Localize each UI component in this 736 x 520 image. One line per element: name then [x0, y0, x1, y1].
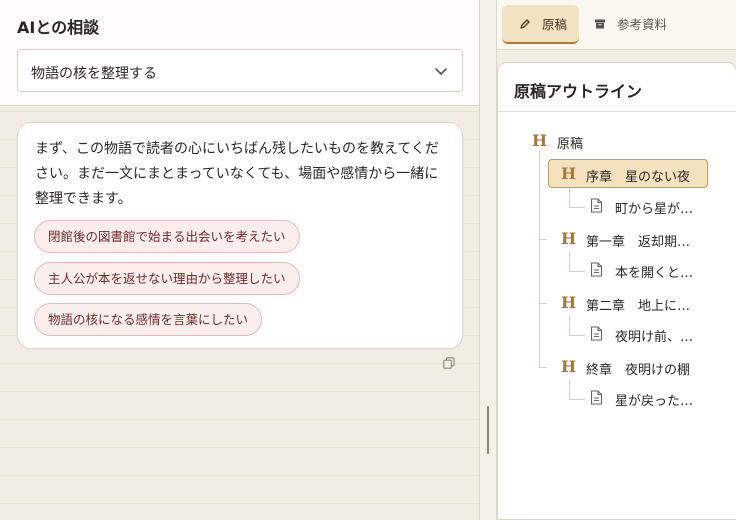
- topic-select[interactable]: 物語の核を整理する: [17, 49, 463, 92]
- suggestion-chip[interactable]: 物語の核になる感情を言葉にしたい: [34, 303, 263, 336]
- document-icon: [590, 262, 603, 277]
- outline-scene-label: 夜明け前、…: [615, 330, 694, 345]
- consult-title: AIとの相談: [17, 18, 100, 37]
- outline-chapter-label: 終章 夜明けの棚: [586, 363, 691, 378]
- tree-line: [569, 379, 570, 399]
- heading-icon: H: [561, 164, 577, 183]
- heading-icon: H: [561, 357, 577, 376]
- heading-icon: H: [561, 229, 577, 248]
- divider: [498, 111, 736, 112]
- outline-scene-label: 星が戻った…: [615, 394, 694, 409]
- topic-select-value: 物語の核を整理する: [31, 66, 157, 82]
- outline-scene-label: 本を開くと…: [615, 266, 694, 281]
- tree-line: [569, 335, 585, 336]
- tree-line: [569, 315, 570, 335]
- panel-resize-handle[interactable]: [487, 406, 489, 454]
- consult-panel: AIとの相談 物語の核を整理する まず、この物語で読者の心にいちばん残したいもの…: [0, 0, 480, 520]
- outline-title: 原稿アウトライン: [514, 82, 643, 101]
- tree-line: [569, 271, 585, 272]
- document-icon: [590, 326, 603, 341]
- outline-chapter-label: 序章 星のない夜: [586, 170, 691, 185]
- heading-icon: H: [561, 293, 577, 312]
- suggestion-chip[interactable]: 閉館後の図書館で始まる出会いを考えたい: [34, 220, 300, 253]
- document-icon: [590, 198, 603, 213]
- archive-box-icon: [595, 19, 605, 29]
- copy-icon[interactable]: [443, 357, 455, 369]
- tab-reference-label: 参考資料: [617, 17, 668, 32]
- outline-root-label: 原稿: [557, 137, 584, 152]
- suggestion-chip[interactable]: 主人公が本を返せない理由から整理したい: [34, 262, 300, 295]
- tree-line: [539, 151, 540, 367]
- outline-scene-label: 町から星が…: [615, 202, 694, 217]
- chevron-down-icon: [435, 68, 447, 75]
- heading-icon: H: [532, 131, 548, 150]
- ai-message-card: まず、この物語で読者の心にいちばん残したいものを教えてください。まだ一文にまとま…: [17, 122, 463, 349]
- tree-line: [569, 251, 570, 271]
- tab-manuscript[interactable]: 原稿: [502, 5, 579, 44]
- outline-chapter-label: 第二章 地上に…: [586, 299, 691, 314]
- tree-line: [539, 303, 547, 304]
- outline-chapter-label: 第一章 返却期…: [586, 235, 691, 250]
- consult-header: AIとの相談 物語の核を整理する: [0, 0, 479, 106]
- tree-line: [569, 207, 585, 208]
- tree-line: [539, 367, 547, 368]
- tree-line: [569, 187, 570, 207]
- manuscript-panel: 原稿 参考資料 原稿アウトライン H 原稿 H 序章 星のない夜 町から星が… …: [496, 0, 736, 520]
- ai-message-text: まず、この物語で読者の心にいちばん残したいものを教えてください。まだ一文にまとま…: [35, 141, 439, 207]
- tab-bar: 原稿 参考資料: [497, 0, 736, 50]
- pen-icon: [520, 19, 530, 29]
- tab-reference[interactable]: 参考資料: [577, 5, 677, 44]
- tree-line: [539, 239, 547, 240]
- tab-manuscript-label: 原稿: [542, 17, 568, 32]
- tree-line: [569, 399, 585, 400]
- document-icon: [590, 390, 603, 405]
- outline-card: 原稿アウトライン H 原稿 H 序章 星のない夜 町から星が… H 第一章 返却…: [497, 62, 736, 520]
